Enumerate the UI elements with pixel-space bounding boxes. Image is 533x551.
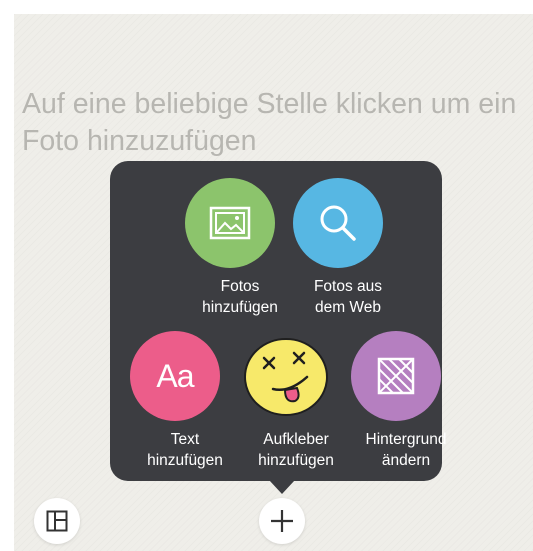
smiley-sticker-icon	[241, 331, 331, 421]
web-photos-label-line2: dem Web	[314, 299, 382, 316]
change-background-button[interactable]: Hintergrund ändern	[346, 331, 447, 471]
web-photos-label-line1: Fotos aus	[313, 278, 383, 295]
add-sticker-label-line1: Aufkleber	[263, 431, 329, 448]
add-menu-popup: Fotos hinzufügen Fotos aus dem Web Aa Te…	[110, 161, 447, 481]
popup-pointer	[269, 480, 295, 494]
add-photos-button[interactable]: Fotos hinzufügen	[180, 178, 280, 318]
add-text-label-line2: hinzufügen	[147, 452, 223, 469]
text-aa-icon: Aa	[130, 331, 220, 421]
add-photos-label-line1: Fotos	[220, 278, 260, 295]
add-text-label-line1: Text	[170, 431, 200, 448]
change-background-label-line2: ändern	[381, 452, 431, 469]
add-sticker-button[interactable]: Aufkleber hinzufügen	[236, 331, 336, 471]
web-photos-button[interactable]: Fotos aus dem Web	[288, 178, 388, 318]
layout-grid-icon	[46, 510, 68, 532]
plus-icon	[271, 510, 293, 532]
add-text-button[interactable]: Aa Text hinzufügen	[125, 331, 225, 471]
layout-button[interactable]	[34, 498, 80, 544]
image-icon	[185, 178, 275, 268]
change-background-label-line1: Hintergrund	[365, 431, 447, 448]
add-button[interactable]	[259, 498, 305, 544]
background-pattern-icon	[351, 331, 441, 421]
add-sticker-label-line2: hinzufügen	[258, 452, 334, 469]
text-aa-glyph: Aa	[156, 357, 194, 394]
search-icon	[293, 178, 383, 268]
add-photos-label-line2: hinzufügen	[202, 299, 278, 316]
hint-text: Auf eine beliebige Stelle klicken um ein…	[22, 88, 517, 157]
